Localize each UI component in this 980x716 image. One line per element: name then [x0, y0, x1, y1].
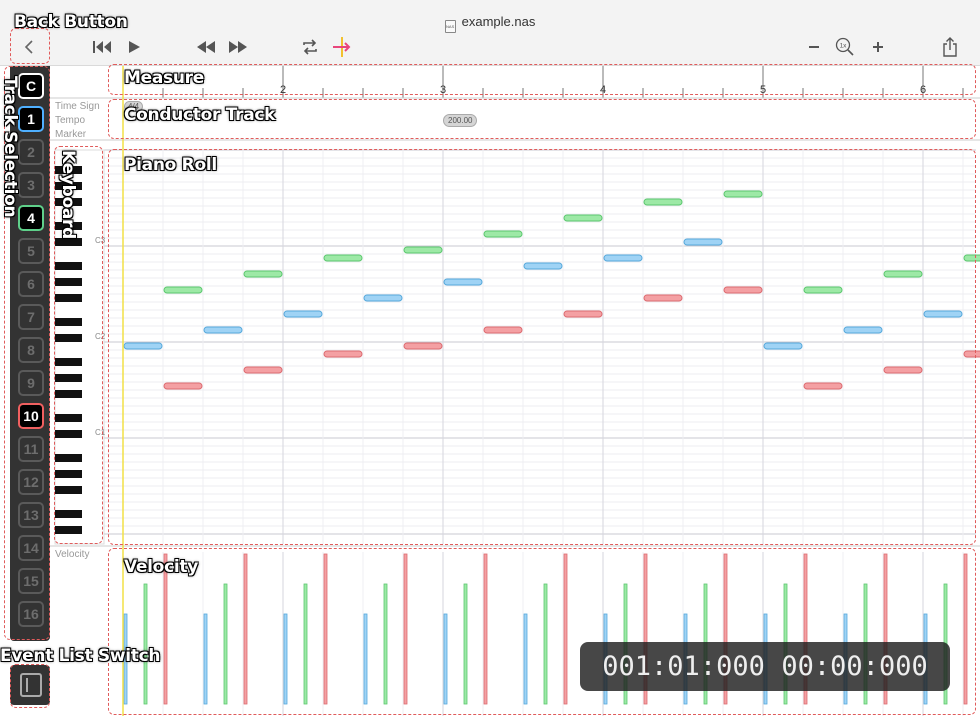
annotation-back-button-label: Back Button: [14, 12, 128, 32]
velocity-bar-blue[interactable]: [363, 613, 368, 705]
annotation-measure-label: Measure: [124, 68, 204, 88]
note-green[interactable]: [643, 198, 683, 206]
note-green[interactable]: [163, 286, 203, 294]
note-red[interactable]: [563, 310, 603, 318]
note-blue[interactable]: [843, 326, 883, 334]
black-key[interactable]: [55, 294, 82, 302]
velocity-bar-red[interactable]: [243, 553, 248, 705]
velocity-bar-blue[interactable]: [283, 613, 288, 705]
note-red[interactable]: [243, 366, 283, 374]
annotation-velocity-label: Velocity: [124, 557, 198, 577]
velocity-bar-green[interactable]: [143, 583, 148, 705]
black-key[interactable]: [55, 238, 82, 246]
annotation-event-list-label: Event List Switch: [0, 646, 161, 666]
velocity-bar-blue[interactable]: [203, 613, 208, 705]
note-green[interactable]: [243, 270, 283, 278]
black-key[interactable]: [55, 334, 82, 342]
black-key[interactable]: [55, 526, 82, 534]
note-blue[interactable]: [443, 278, 483, 286]
black-key[interactable]: [55, 318, 82, 326]
black-key[interactable]: [55, 358, 82, 366]
velocity-bar-green[interactable]: [463, 583, 468, 705]
note-red[interactable]: [323, 350, 363, 358]
annotation-track-selection-label: Track Selection: [0, 76, 20, 218]
velocity-bar-red[interactable]: [403, 553, 408, 705]
octave-label: C2: [95, 332, 106, 341]
measure-ruler[interactable]: [108, 66, 980, 98]
note-green[interactable]: [403, 246, 443, 254]
note-green[interactable]: [803, 286, 843, 294]
velocity-bar-green[interactable]: [383, 583, 388, 705]
note-red[interactable]: [403, 342, 443, 350]
note-green[interactable]: [963, 254, 980, 262]
velocity-bar-blue[interactable]: [523, 613, 528, 705]
note-red[interactable]: [483, 326, 523, 334]
note-green[interactable]: [483, 230, 523, 238]
position-readout: 001:01:000: [602, 651, 765, 682]
annotation-piano-roll-label: Piano Roll: [124, 155, 217, 175]
measure-number: 5: [760, 84, 767, 96]
note-green[interactable]: [883, 270, 923, 278]
black-key[interactable]: [55, 470, 82, 478]
annotation-conductor-label: Conductor Track: [124, 105, 276, 125]
note-red[interactable]: [963, 350, 980, 358]
note-green[interactable]: [323, 254, 363, 262]
note-blue[interactable]: [123, 342, 163, 350]
velocity-bar-red[interactable]: [963, 553, 968, 705]
velocity-bar-green[interactable]: [303, 583, 308, 705]
black-key[interactable]: [55, 262, 82, 270]
time-readout: 00:00:000: [781, 651, 928, 682]
measure-number: 6: [920, 84, 927, 96]
velocity-bar-blue[interactable]: [443, 613, 448, 705]
measure-number: 2: [280, 84, 287, 96]
note-blue[interactable]: [603, 254, 643, 262]
note-blue[interactable]: [683, 238, 723, 246]
note-blue[interactable]: [283, 310, 323, 318]
annotation-keyboard-label: Keyboard: [58, 150, 78, 239]
note-blue[interactable]: [203, 326, 243, 334]
measure-number: 3: [440, 84, 447, 96]
black-key[interactable]: [55, 374, 82, 382]
measure-number: 4: [600, 84, 607, 96]
time-display: 001:01:000 00:00:000: [580, 642, 950, 691]
velocity-bar-red[interactable]: [483, 553, 488, 705]
black-key[interactable]: [55, 430, 82, 438]
note-red[interactable]: [803, 382, 843, 390]
velocity-bar-green[interactable]: [543, 583, 548, 705]
black-key[interactable]: [55, 390, 82, 398]
tempo-chip[interactable]: 200.00: [443, 114, 478, 127]
velocity-bar-green[interactable]: [223, 583, 228, 705]
octave-label: C1: [95, 428, 106, 437]
black-key[interactable]: [55, 486, 82, 494]
velocity-bar-red[interactable]: [323, 553, 328, 705]
black-key[interactable]: [55, 454, 82, 462]
note-blue[interactable]: [763, 342, 803, 350]
velocity-bar-red[interactable]: [563, 553, 568, 705]
octave-label: C3: [95, 236, 106, 245]
note-green[interactable]: [723, 190, 763, 198]
note-red[interactable]: [723, 286, 763, 294]
note-green[interactable]: [563, 214, 603, 222]
note-red[interactable]: [163, 382, 203, 390]
black-key[interactable]: [55, 414, 82, 422]
note-blue[interactable]: [923, 310, 963, 318]
black-key[interactable]: [55, 278, 82, 286]
note-red[interactable]: [883, 366, 923, 374]
note-blue[interactable]: [363, 294, 403, 302]
note-red[interactable]: [643, 294, 683, 302]
black-key[interactable]: [55, 510, 82, 518]
note-blue[interactable]: [523, 262, 563, 270]
